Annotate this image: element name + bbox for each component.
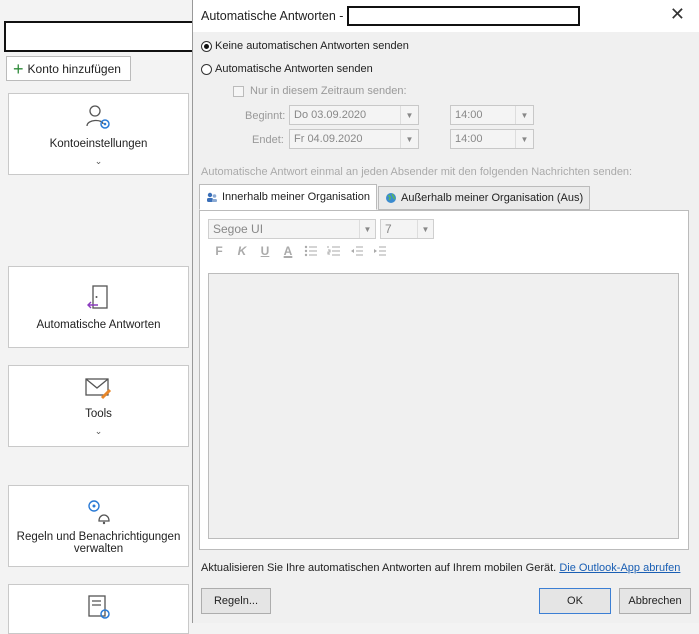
period-checkbox[interactable] [233, 85, 244, 97]
account-settings-tile[interactable]: Kontoeinstellungen ⌄ [8, 93, 189, 175]
end-date-field[interactable]: Fr 04.09.2020 ▼ [289, 129, 419, 149]
dialog-title: Automatische Antworten - [201, 9, 344, 23]
mailbox-settings-icon [87, 595, 110, 619]
add-account-label: Konto hinzufügen [27, 61, 121, 76]
font-size-select[interactable]: 7 ▼ [380, 219, 434, 239]
increase-indent-icon[interactable] [373, 245, 387, 257]
reply-text-area[interactable] [208, 273, 679, 539]
radio-no-auto-label: Keine automatischen Antworten senden [215, 40, 409, 52]
font-color-button[interactable]: A [281, 244, 295, 258]
numbered-list-icon[interactable] [327, 245, 341, 257]
tools-tile[interactable]: Tools ⌄ [8, 365, 189, 447]
chevron-down-icon: ⌄ [94, 155, 103, 166]
bullet-list-icon[interactable] [304, 245, 318, 257]
bold-button[interactable]: F [212, 244, 226, 258]
chevron-down-icon[interactable]: ▼ [359, 220, 375, 238]
tab-outside-label: Außerhalb meiner Organisation (Aus) [400, 192, 584, 204]
start-time-field[interactable]: 14:00 ▼ [450, 105, 534, 125]
automatic-replies-tile[interactable]: Automatische Antworten [8, 266, 189, 348]
chevron-down-icon[interactable]: ▼ [515, 106, 533, 124]
end-label: Endet: [252, 134, 284, 146]
tab-inside-organization[interactable]: Innerhalb meiner Organisation [199, 184, 377, 210]
chevron-down-icon: ⌄ [94, 425, 103, 436]
underline-button[interactable]: U [258, 244, 272, 258]
tab-inside-label: Innerhalb meiner Organisation [222, 191, 370, 203]
rules-alerts-label: Regeln und Benachrichtigungen verwalten [16, 531, 181, 555]
end-time-field[interactable]: 14:00 ▼ [450, 129, 534, 149]
close-icon[interactable]: ✕ [670, 4, 685, 25]
plus-icon: + [13, 58, 24, 79]
chevron-down-icon[interactable]: ▼ [400, 106, 418, 124]
start-date-field[interactable]: Do 03.09.2020 ▼ [289, 105, 419, 125]
radio-send-auto-label: Automatische Antworten senden [215, 63, 373, 75]
account-selector[interactable] [4, 21, 196, 52]
start-label: Beginnt: [245, 110, 286, 122]
italic-button[interactable]: K [235, 244, 249, 258]
mobile-update-text: Aktualisieren Sie Ihre automatischen Ant… [201, 562, 557, 574]
door-exit-icon [86, 285, 108, 309]
people-icon [207, 192, 217, 202]
get-outlook-app-link[interactable]: Die Outlook-App abrufen [559, 562, 680, 574]
period-checkbox-row[interactable]: Nur in diesem Zeitraum senden: [233, 85, 407, 97]
font-family-value: Segoe UI [213, 222, 264, 236]
rules-alerts-tile[interactable]: Regeln und Benachrichtigungen verwalten [8, 485, 189, 567]
start-time-value: 14:00 [455, 109, 483, 121]
send-once-note: Automatische Antwort einmal an jeden Abs… [201, 166, 633, 178]
formatting-toolbar: F K U A [212, 244, 387, 258]
radio-button[interactable] [201, 63, 212, 75]
chevron-down-icon[interactable]: ▼ [515, 130, 533, 148]
tab-outside-organization[interactable]: Außerhalb meiner Organisation (Aus) [377, 186, 591, 210]
automatic-replies-label: Automatische Antworten [36, 319, 161, 331]
ok-button[interactable]: OK [539, 588, 611, 614]
font-family-select[interactable]: Segoe UI ▼ [208, 219, 376, 239]
automatic-replies-dialog: Automatische Antworten - ✕ Keine automat… [192, 0, 699, 623]
cancel-button[interactable]: Abbrechen [619, 588, 691, 614]
rules-bell-icon [87, 500, 110, 525]
rules-button[interactable]: Regeln... [201, 588, 271, 614]
radio-no-auto-replies[interactable]: Keine automatischen Antworten senden [201, 40, 409, 52]
mailbox-settings-tile[interactable] [8, 584, 189, 634]
reply-editor-panel: Segoe UI ▼ 7 ▼ F K U A [199, 210, 689, 550]
tools-label: Tools [85, 407, 112, 420]
mobile-update-note: Aktualisieren Sie Ihre automatischen Ant… [201, 562, 680, 574]
organization-tabs: Innerhalb meiner Organisation Außerhalb … [199, 184, 591, 210]
dialog-titlebar: Automatische Antworten - [193, 0, 699, 32]
add-account-button[interactable]: + Konto hinzufügen [6, 56, 131, 81]
end-date-value: Fr 04.09.2020 [294, 133, 363, 145]
globe-icon [385, 193, 396, 203]
account-settings-label: Kontoeinstellungen [49, 137, 148, 150]
radio-button-selected[interactable] [201, 40, 212, 52]
radio-send-auto-replies[interactable]: Automatische Antworten senden [201, 63, 373, 75]
mail-tools-icon [84, 377, 111, 399]
redacted-account-name [347, 6, 581, 26]
decrease-indent-icon[interactable] [350, 245, 364, 257]
chevron-down-icon[interactable]: ▼ [417, 220, 433, 238]
account-settings-icon [85, 104, 110, 129]
period-checkbox-label: Nur in diesem Zeitraum senden: [250, 85, 407, 97]
end-time-value: 14:00 [455, 133, 483, 145]
font-size-value: 7 [385, 222, 392, 236]
start-date-value: Do 03.09.2020 [294, 109, 367, 121]
chevron-down-icon[interactable]: ▼ [400, 130, 418, 148]
